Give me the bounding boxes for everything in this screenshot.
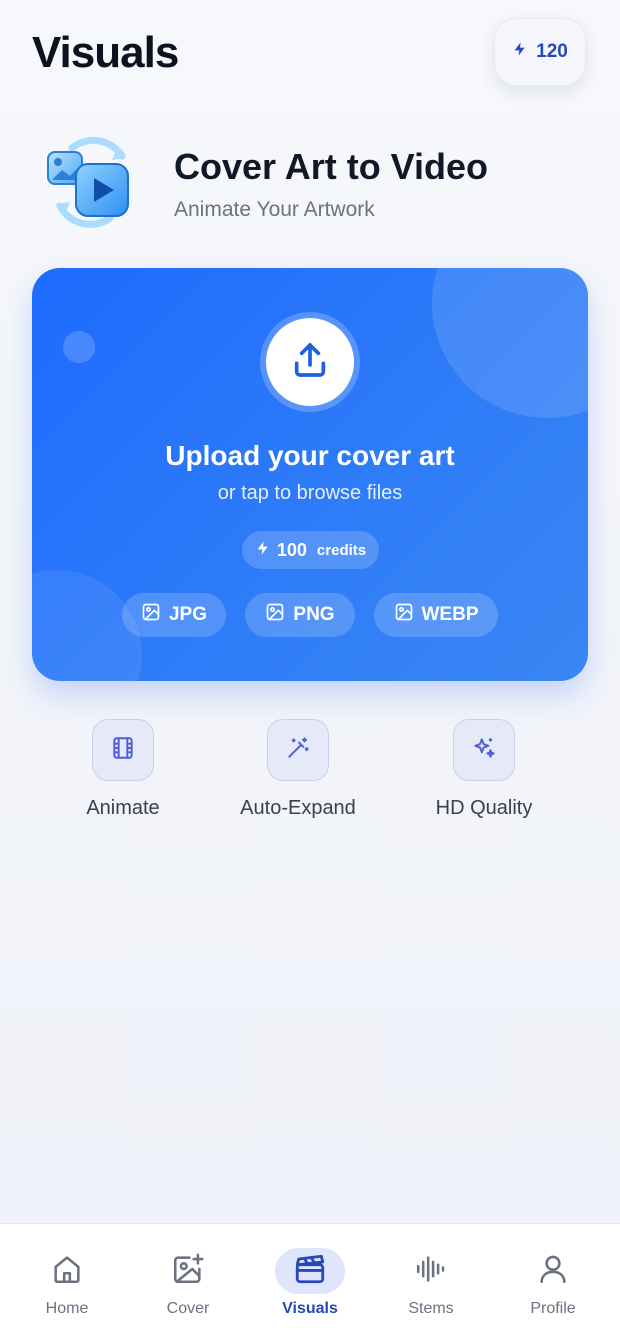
- image-plus-icon: [171, 1252, 205, 1291]
- cost-badge: 100 credits: [242, 531, 379, 569]
- cost-unit: credits: [316, 541, 367, 559]
- home-icon: [50, 1252, 84, 1291]
- feature-tile: [453, 719, 515, 781]
- feature-animate: Animate: [72, 719, 174, 820]
- upload-hint: or tap to browse files: [217, 482, 403, 504]
- image-icon: [141, 602, 161, 628]
- nav-label: Home: [45, 1300, 89, 1317]
- nav-icon: [275, 1248, 345, 1294]
- upload-icon: [290, 340, 330, 385]
- image-to-video-icon: [44, 130, 136, 230]
- credits-balance-button[interactable]: 120: [494, 18, 586, 86]
- image-icon: [265, 602, 285, 628]
- nav-icon: [396, 1248, 466, 1294]
- nav-icon: [32, 1248, 102, 1294]
- feature-auto-expand: Auto-Expand: [232, 719, 364, 820]
- format-chip-jpg: JPG: [122, 593, 226, 637]
- nav-label: Cover: [166, 1300, 210, 1317]
- page-title: Visuals: [32, 28, 179, 77]
- bottom-nav: Home Cover Visuals Stems Profile: [0, 1223, 620, 1344]
- feature-label: Animate: [86, 797, 160, 819]
- clapperboard-icon: [293, 1252, 327, 1291]
- nav-icon: [518, 1248, 588, 1294]
- format-chip-png: PNG: [245, 593, 355, 637]
- format-label: PNG: [293, 604, 335, 625]
- hero-subtitle: Animate Your Artwork: [174, 198, 375, 221]
- nav-label: Stems: [408, 1300, 454, 1317]
- format-label: WEBP: [421, 604, 479, 625]
- image-icon: [394, 602, 414, 628]
- nav-item-visuals[interactable]: Visuals: [260, 1224, 360, 1344]
- nav-icon: [153, 1248, 223, 1294]
- format-label: JPG: [168, 604, 208, 625]
- feature-label: Auto-Expand: [240, 797, 356, 819]
- nav-item-home[interactable]: Home: [17, 1224, 117, 1344]
- lightning-icon: [512, 41, 528, 63]
- format-chip-webp: WEBP: [374, 593, 498, 637]
- upload-dropzone[interactable]: Upload your cover art or tap to browse f…: [32, 268, 588, 681]
- feature-tile: [267, 719, 329, 781]
- film-icon: [110, 735, 136, 766]
- user-icon: [536, 1252, 570, 1291]
- hero-title: Cover Art to Video: [174, 146, 489, 187]
- sparkles-icon: [471, 735, 497, 766]
- decorative-circle: [432, 268, 588, 418]
- nav-item-cover[interactable]: Cover: [138, 1224, 238, 1344]
- magic-wand-icon: [285, 735, 311, 766]
- feature-tile: [92, 719, 154, 781]
- credits-balance-value: 120: [536, 41, 568, 62]
- upload-button-ring: [260, 312, 360, 412]
- visuals-screen: Visuals 120 Cover Art to Video Animate Y…: [0, 0, 620, 1344]
- nav-item-stems[interactable]: Stems: [381, 1224, 481, 1344]
- feature-hd-quality: HD Quality: [428, 719, 540, 820]
- waveform-icon: [414, 1252, 448, 1291]
- upload-button[interactable]: [266, 318, 354, 406]
- upload-title: Upload your cover art: [165, 440, 455, 471]
- nav-label: Visuals: [282, 1300, 338, 1317]
- nav-item-profile[interactable]: Profile: [503, 1224, 603, 1344]
- decorative-circle: [63, 331, 95, 363]
- lightning-icon: [255, 540, 271, 561]
- feature-label: HD Quality: [435, 797, 533, 819]
- cost-value: 100: [276, 539, 307, 560]
- nav-label: Profile: [530, 1300, 576, 1317]
